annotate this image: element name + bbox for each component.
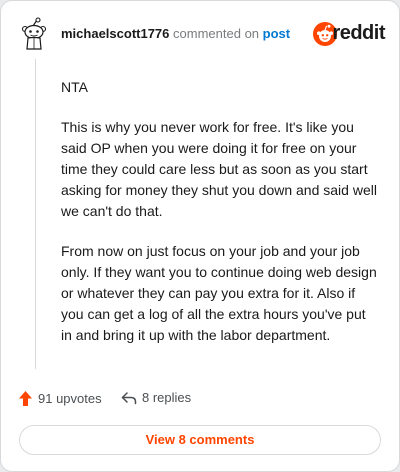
thread-line xyxy=(35,59,36,369)
upvote-arrow-icon xyxy=(19,391,32,406)
comment-paragraph: NTA xyxy=(61,79,88,95)
comment-actions: 91 upvotes 8 replies xyxy=(18,390,378,410)
comment-paragraph: This is why you never work for free. It'… xyxy=(61,119,377,219)
replies-button[interactable]: 8 replies xyxy=(121,390,191,405)
reddit-wordmark: reddit xyxy=(332,22,385,44)
reply-arrow-icon xyxy=(121,391,137,404)
upvote-button[interactable]: 91 upvotes xyxy=(18,390,102,407)
comment-meta: michaelscott1776 commented on post xyxy=(61,26,290,41)
action-text: commented on xyxy=(173,26,260,41)
reddit-brand[interactable]: reddit xyxy=(309,19,385,47)
username-link[interactable]: michaelscott1776 xyxy=(61,26,169,41)
comment-card: michaelscott1776 commented on post reddi… xyxy=(0,0,400,472)
upvote-count: 91 upvotes xyxy=(38,391,102,406)
comment-body: NTA This is why you never work for free.… xyxy=(61,77,379,365)
comment-paragraph: From now on just focus on your job and y… xyxy=(61,243,377,343)
view-comments-button[interactable]: View 8 comments xyxy=(19,425,381,455)
snoo-avatar-icon[interactable] xyxy=(17,17,51,51)
reply-count: 8 replies xyxy=(142,390,192,405)
comment-header: michaelscott1776 commented on post reddi… xyxy=(17,17,385,51)
post-link[interactable]: post xyxy=(263,26,290,41)
